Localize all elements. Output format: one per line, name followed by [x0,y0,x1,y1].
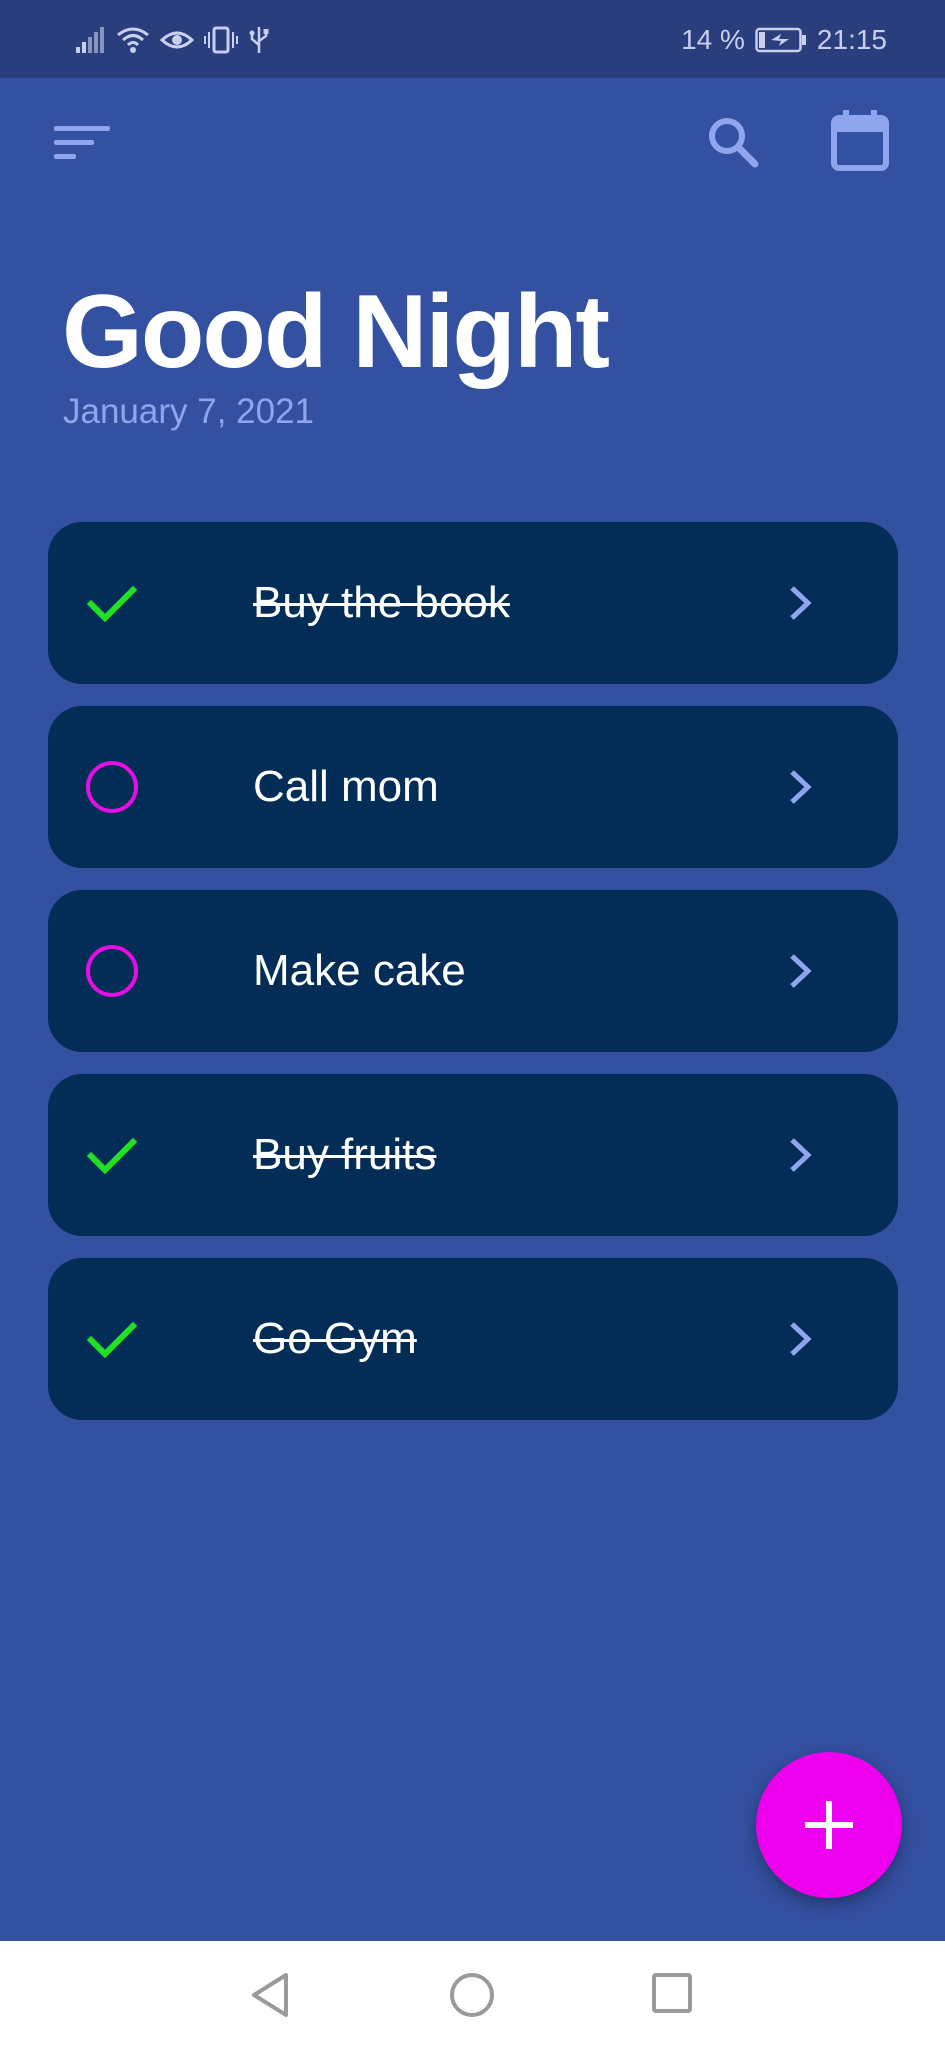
calendar-icon [831,110,889,171]
home-button[interactable] [448,1971,496,2024]
recents-button[interactable] [650,1971,694,2020]
check-icon [86,585,138,623]
task-item[interactable]: Call mom [48,706,898,868]
back-button[interactable] [248,1971,292,2024]
task-checkbox[interactable] [86,577,138,629]
back-icon [252,1973,288,2017]
status-bar-left-icons [76,20,270,60]
task-item[interactable]: Make cake [48,890,898,1052]
task-list: Buy the book Call mom Make cake Buy frui… [48,522,898,1442]
wifi-icon [116,26,150,54]
vibrate-icon [204,26,238,54]
task-label: Call mom [253,762,439,811]
task-label: Buy fruits [253,1130,437,1179]
task-item[interactable]: Go Gym [48,1258,898,1420]
add-task-button[interactable] [756,1752,902,1898]
current-date: January 7, 2021 [63,392,315,431]
app-toolbar [0,78,945,208]
check-icon [86,1321,138,1359]
system-nav-bar [0,1941,945,2048]
chevron-right-icon[interactable] [784,1318,816,1360]
task-item[interactable]: Buy fruits [48,1074,898,1236]
task-label: Make cake [253,946,466,995]
menu-icon [54,126,110,159]
battery-percent: 14 % [681,24,745,55]
status-bar: 14 % 21:15 [0,0,945,78]
task-label: Buy the book [253,578,510,627]
clock: 21:15 [816,24,887,55]
menu-button[interactable] [52,120,112,170]
usb-icon [248,25,270,55]
plus-icon [805,1801,853,1849]
calendar-button[interactable] [830,108,890,172]
task-item[interactable]: Buy the book [48,522,898,684]
signal-icon [76,27,106,53]
chevron-right-icon[interactable] [784,582,816,624]
task-checkbox[interactable] [86,945,138,997]
check-icon [86,1137,138,1175]
greeting-title: Good Night [62,274,610,390]
task-label: Go Gym [253,1314,417,1363]
battery-charging-icon [755,27,807,53]
recents-icon [652,1973,692,2013]
chevron-right-icon[interactable] [784,766,816,808]
task-checkbox[interactable] [86,1313,138,1365]
eye-icon [160,28,194,52]
circle-icon [86,945,138,997]
status-bar-right: 14 % 21:15 [681,20,887,60]
circle-icon [86,761,138,813]
task-checkbox[interactable] [86,761,138,813]
chevron-right-icon[interactable] [784,950,816,992]
search-button[interactable] [705,114,761,170]
task-checkbox[interactable] [86,1129,138,1181]
search-icon [709,118,759,168]
home-icon [450,1973,494,2017]
chevron-right-icon[interactable] [784,1134,816,1176]
